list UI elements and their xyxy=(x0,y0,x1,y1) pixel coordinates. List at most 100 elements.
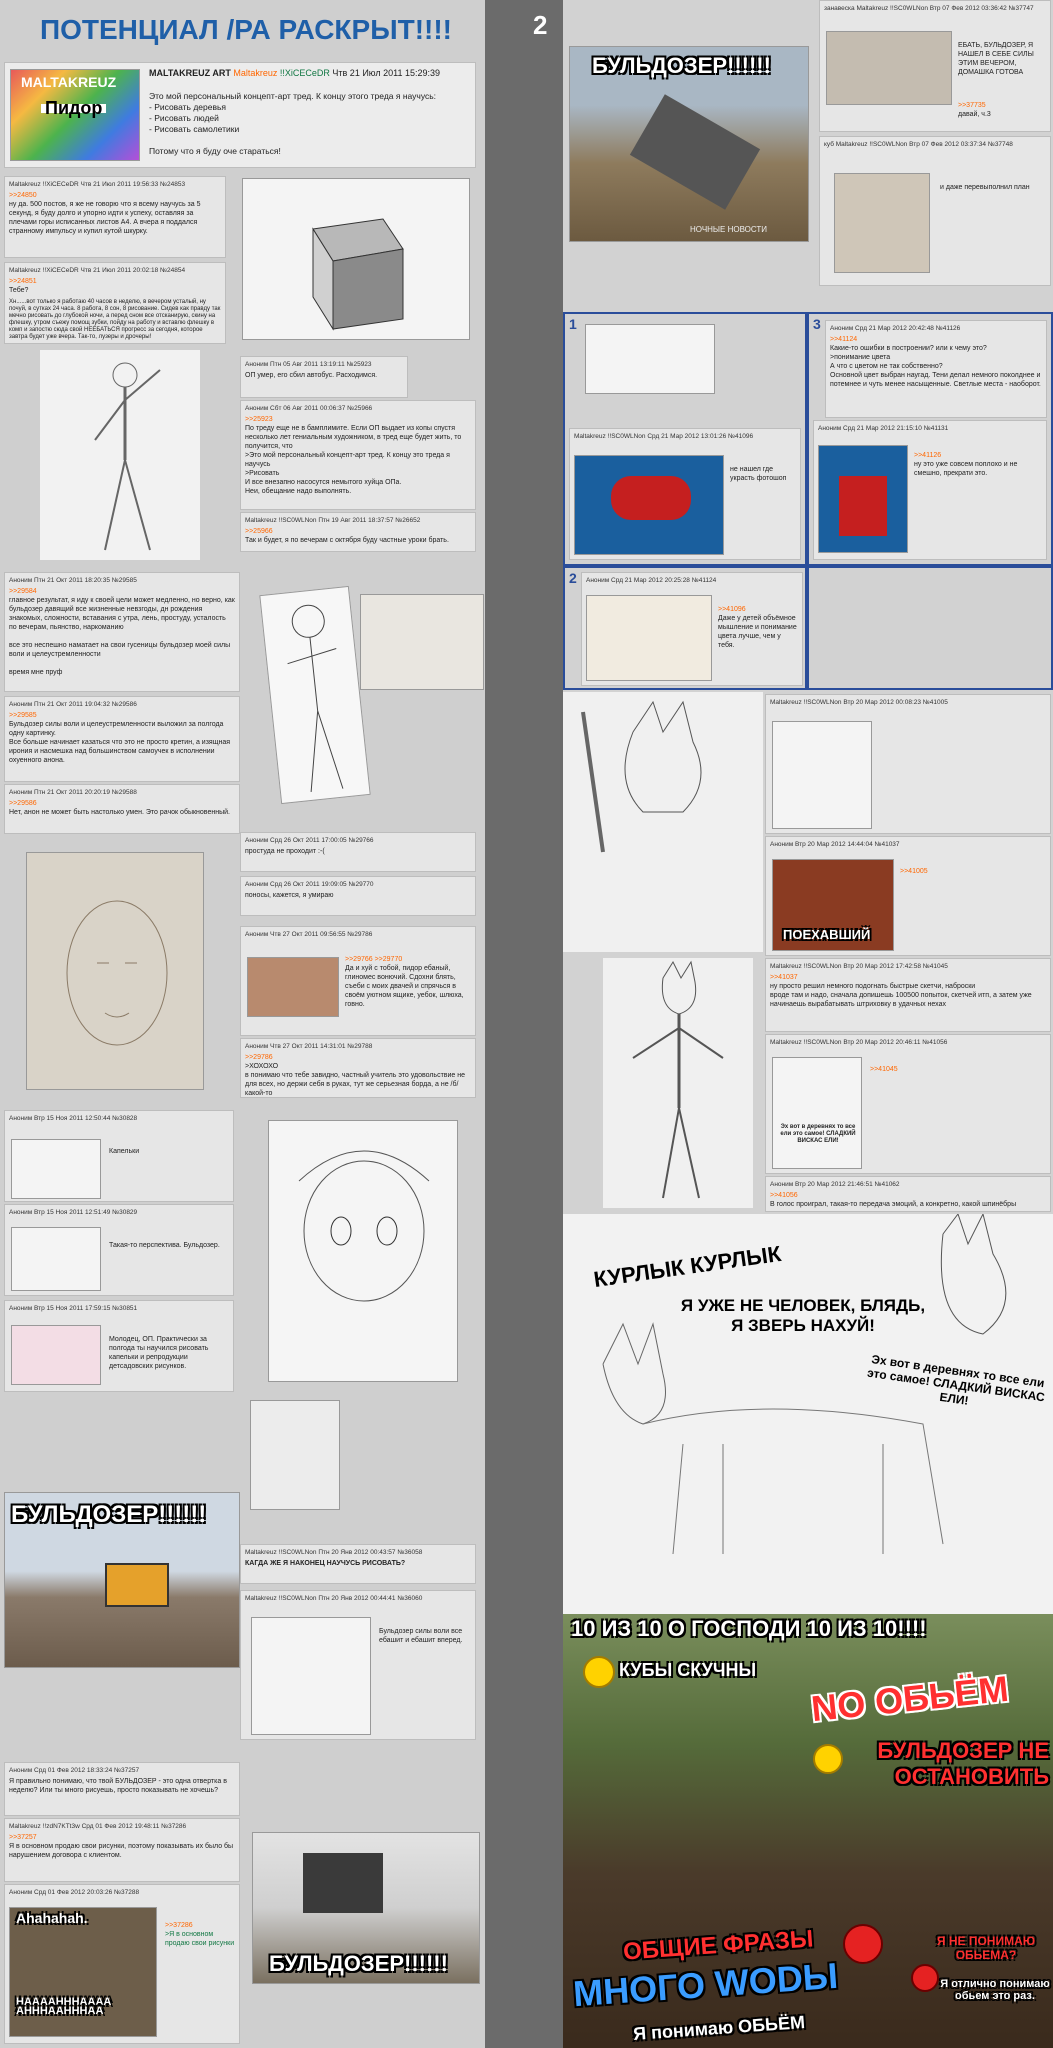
cat-caption-top: Ahahahah. xyxy=(16,1910,88,1926)
post-body: ОП умер, его сбил автобус. Расходимся. xyxy=(245,372,378,379)
reply-link[interactable]: >>25923 xyxy=(245,415,471,424)
bulldozer-landfill-image[interactable]: БУЛЬДОЗЕР!!!!!! xyxy=(4,1492,240,1668)
wolf-sweet-thumb[interactable]: Эх вот в деревнях то все ели это самое! … xyxy=(772,1057,862,1169)
overturned-truck-image[interactable]: БУЛЬДОЗЕР!!!!!! НОЧНЫЕ НОВОСТИ xyxy=(569,46,809,242)
post-header: Аноним Срд 26 Окт 2011 17:00:05 №29766 xyxy=(245,837,374,844)
head-sketch[interactable] xyxy=(250,1400,340,1510)
horse-shape xyxy=(839,476,887,536)
reply-link[interactable]: >>29584 xyxy=(9,587,235,596)
cube-sketch[interactable] xyxy=(242,178,470,340)
op-thumb-label: Пидор xyxy=(41,99,107,117)
bulldozer-snow-image[interactable]: БУЛЬДОЗЕР!!!!!! xyxy=(252,1832,480,1984)
no-volume-caption: NO ОБЬЁМ xyxy=(809,1667,1011,1730)
wolf-meme-panel: КУРЛЫК КУРЛЫК Я УЖЕ НЕ ЧЕЛОВЕК, БЛЯДЬ, Я… xyxy=(563,1212,1053,1614)
reply-link[interactable]: >>29586 xyxy=(9,799,235,808)
perspective-thumb[interactable] xyxy=(11,1227,101,1291)
reply-link[interactable]: >>41056 xyxy=(770,1191,1046,1200)
reply-link[interactable]: >>37735 xyxy=(958,101,991,110)
post: Аноним Срд 01 Фев 2012 20:03:26 №37288 A… xyxy=(4,1884,240,2044)
box-number: 3 xyxy=(813,316,821,332)
mannequin-sketch[interactable] xyxy=(40,350,200,560)
reply-link[interactable]: >>41096 xyxy=(718,605,798,614)
water-caption: МНОГО WODЫ xyxy=(571,1954,840,2015)
post: Maltakreuz !!XiCECeDR Чтв 21 Июл 2011 20… xyxy=(4,262,226,344)
reply-link[interactable]: >>37286 xyxy=(165,1921,237,1930)
post: Maltakreuz !!SC0WLNon Втр 20 Мар 2012 00… xyxy=(765,694,1051,834)
smiley-icon xyxy=(583,1656,615,1688)
post-body: и даже перевыполнил план xyxy=(940,184,1030,191)
reply-link[interactable]: >>24851 xyxy=(9,277,221,286)
post-header: Аноним Срд 01 Фев 2012 20:03:26 №37288 xyxy=(9,1889,140,1896)
reply-link[interactable]: >>41045 xyxy=(870,1065,898,1074)
reply-link[interactable]: >>29766 >>29770 xyxy=(345,955,471,964)
post-header: Maltakreuz !!SC0WLNon Птн 20 Янв 2012 00… xyxy=(245,1595,423,1602)
reply-link[interactable]: >>41037 xyxy=(770,973,1046,982)
post-body: Хн......вот только я работаю 40 часов в … xyxy=(9,299,221,340)
post: Аноним Втр 15 Ноя 2011 12:51:49 №30829 Т… xyxy=(4,1204,234,1296)
wolf-girl-sketch[interactable] xyxy=(563,692,763,952)
op-thumb-top: MALTAKREUZ xyxy=(21,74,117,90)
post-body: поносы, кажется, я умираю xyxy=(245,892,334,899)
op-trip: !!XiCECeDR xyxy=(279,68,330,78)
post-header: Аноним Втр 15 Ноя 2011 12:50:44 №30828 xyxy=(9,1115,138,1122)
dont-understand-caption: Я НЕ ПОНИМАЮ ОБЬЕМА? xyxy=(936,1934,1036,1962)
reply-link[interactable]: >>41124 xyxy=(830,335,1042,344)
reply-link[interactable]: >>41126 xyxy=(914,451,1042,460)
angry-face-thumb[interactable] xyxy=(247,957,339,1017)
post: Аноним Птн 05 Авг 2011 13:19:11 №25923 О… xyxy=(240,356,408,398)
post: занавеска Maltakreuz !!SC0WLNon Втр 07 Ф… xyxy=(819,0,1051,132)
post: Аноним Срд 01 Фев 2012 18:33:24 №37257 Я… xyxy=(4,1762,240,1816)
drops-thumb[interactable] xyxy=(11,1139,101,1199)
post-body: Даже у детей объёмное мышление и пониман… xyxy=(718,615,797,649)
post: Аноним Втр 15 Ноя 2011 12:50:44 №30828 К… xyxy=(4,1110,234,1202)
woman-drawing xyxy=(287,604,344,792)
post: Maltakreuz !!SC0WLNon Втр 20 Мар 2012 20… xyxy=(765,1034,1051,1174)
anime-girl-sketch[interactable] xyxy=(268,1120,458,1382)
op-thumbnail[interactable]: MALTAKREUZ Пидор xyxy=(10,69,140,161)
post: куб Maltakreuz !!SC0WLNon Втр 07 Фев 201… xyxy=(819,136,1051,286)
box-number: 2 xyxy=(569,570,577,586)
right-column: БУЛЬДОЗЕР!!!!!! НОЧНЫЕ НОВОСТИ занавеска… xyxy=(563,0,1053,2048)
post-body: Какие-то ошибки в построении? или к чему… xyxy=(830,345,1041,388)
portrait-sketch[interactable] xyxy=(26,852,204,1090)
post: Аноним Птн 21 Окт 2011 20:20:19 №29588 >… xyxy=(4,784,240,834)
woman-sketch[interactable] xyxy=(259,585,371,805)
red-horse-image[interactable] xyxy=(818,445,908,553)
bulldozer-caption: БУЛЬДОЗЕР!!!!!! xyxy=(11,1501,207,1528)
post-body: Бульдозер силы воли и целеустремленности… xyxy=(9,721,231,764)
pig-thumb[interactable] xyxy=(11,1325,101,1385)
horse-sketch[interactable] xyxy=(585,324,715,394)
post-body: ЕБАТЬ, БУЛЬДОЗЕР, Я НАШЕЛ В СЕБЕ СИЛЫ ЭТ… xyxy=(958,42,1034,76)
wolf-mannequin-drawing xyxy=(632,960,724,1199)
post-header: Аноним Птн 21 Окт 2011 19:04:32 №29586 xyxy=(9,701,137,708)
wolf-mannequin-sketch[interactable] xyxy=(603,958,753,1208)
op-post: MALTAKREUZ Пидор MALTAKREUZ ART Maltakre… xyxy=(4,62,476,168)
post-body: Бульдозер силы воли все ебашит и ебашит … xyxy=(379,1628,463,1644)
wolf-head-thumb[interactable] xyxy=(772,721,872,829)
post: Аноним Втр 20 Мар 2012 14:44:04 №41037 П… xyxy=(765,836,1051,956)
page-title: ПОТЕНЦИАЛ /РА РАСКРЫТ!!!! xyxy=(40,14,453,45)
reply-link[interactable]: >>41005 xyxy=(900,867,928,876)
red-horse-image[interactable] xyxy=(574,455,724,555)
op-tripname[interactable]: Maltakreuz xyxy=(233,68,277,78)
laughing-cat-image[interactable]: Ahahahah. HAAAAHHHAAAA AHHHAAHHHAA xyxy=(9,1907,157,2037)
post: Аноним Втр 20 Мар 2012 21:46:51 №41062 >… xyxy=(765,1176,1051,1212)
curtain-thumb[interactable] xyxy=(826,31,952,105)
child-drawing-image[interactable] xyxy=(586,595,712,681)
post-header: Аноним Срд 21 Мар 2012 20:25:28 №41124 xyxy=(586,577,717,584)
post-body: В голос проиграл, такая-то передача эмоц… xyxy=(770,1201,1017,1208)
face-sketch-thumb[interactable] xyxy=(251,1617,371,1735)
understand-caption: Я понимаю ОБЬЁМ xyxy=(632,2012,806,2044)
hand-sketch[interactable] xyxy=(360,594,484,690)
reply-link[interactable]: >>29786 xyxy=(245,1053,471,1062)
left-column: ПОТЕНЦИАЛ /РА РАСКРЫТ!!!! MALTAKREUZ Пид… xyxy=(0,0,485,2048)
post-header: Аноним Сбт 06 Авг 2011 00:06:37 №25966 xyxy=(245,405,373,412)
reply-link[interactable]: >>25966 xyxy=(245,527,471,536)
horse-shape xyxy=(611,476,691,520)
reply-link[interactable]: >>29585 xyxy=(9,711,235,720)
reply-link[interactable]: >>24850 xyxy=(9,191,221,200)
reply-link[interactable]: >>37257 xyxy=(9,1833,235,1842)
poekhavshiy-image[interactable]: ПОЕХАВШИЙ xyxy=(772,859,894,951)
cube-thumb[interactable] xyxy=(834,173,930,273)
post: Аноним Чтв 27 Окт 2011 09:56:55 №29786 >… xyxy=(240,926,476,1036)
